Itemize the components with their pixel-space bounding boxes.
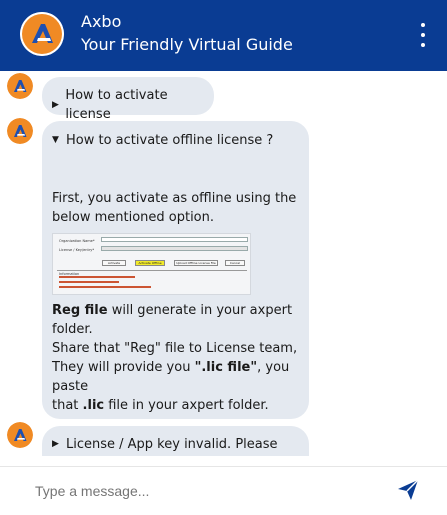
message-composer bbox=[0, 466, 447, 515]
message-text: below mentioned option. bbox=[52, 210, 215, 225]
bot-name: Axbo bbox=[81, 12, 122, 31]
screenshot-button: Upload Offline License File bbox=[174, 260, 218, 266]
message-bubble[interactable]: ▶ How to activate license bbox=[42, 77, 214, 122]
message-heading: How to activate license bbox=[65, 88, 168, 122]
screenshot-label: License / Key/entry* bbox=[59, 248, 95, 252]
license-dialog-screenshot: Organization Name* License / Key/entry* … bbox=[52, 233, 251, 295]
message-heading: How to activate offline license ? bbox=[66, 133, 274, 148]
screenshot-button: Cancel bbox=[225, 260, 245, 266]
kebab-menu-icon[interactable] bbox=[417, 23, 429, 47]
screenshot-label: Organization Name* bbox=[59, 239, 95, 243]
bot-avatar-icon bbox=[7, 118, 33, 144]
screenshot-button: Activate bbox=[102, 260, 126, 266]
message-text: They will provide you ".lic file", you p… bbox=[52, 360, 290, 394]
caret-right-icon: ▶ bbox=[52, 99, 59, 110]
message-text: First, you activate as offline using the bbox=[52, 191, 297, 206]
caret-right-icon: ▶ bbox=[52, 439, 59, 449]
message-text: folder. bbox=[52, 322, 93, 337]
chat-header: Axbo Your Friendly Virtual Guide bbox=[0, 0, 447, 71]
chat-transcript[interactable]: ▶ How to activate license ▼ How to activ… bbox=[0, 71, 447, 456]
message-heading: License / App key invalid. Please bbox=[66, 437, 278, 452]
message-input[interactable] bbox=[35, 480, 365, 502]
bot-avatar-icon bbox=[7, 73, 33, 99]
bot-subtitle: Your Friendly Virtual Guide bbox=[81, 35, 293, 54]
axbo-logo-icon bbox=[20, 12, 64, 56]
caret-down-icon: ▼ bbox=[52, 135, 59, 145]
collapsible-heading[interactable]: ▶ How to activate license bbox=[52, 86, 204, 124]
send-icon[interactable] bbox=[396, 478, 420, 502]
bot-avatar-icon bbox=[7, 422, 33, 448]
collapsible-heading[interactable]: ▼ How to activate offline license ? bbox=[52, 131, 299, 150]
message-text: that .lic file in your axpert folder. bbox=[52, 398, 269, 413]
message-text: Reg file will generate in your axpert bbox=[52, 303, 293, 318]
collapsible-heading[interactable]: ▶ License / App key invalid. Please bbox=[52, 435, 299, 454]
screenshot-button: Activate Offline bbox=[135, 260, 165, 266]
message-bubble[interactable]: ▼ How to activate offline license ? Firs… bbox=[42, 121, 309, 419]
message-bubble[interactable]: ▶ License / App key invalid. Please bbox=[42, 426, 309, 456]
message-text: Share that "Reg" file to License team, bbox=[52, 341, 298, 356]
